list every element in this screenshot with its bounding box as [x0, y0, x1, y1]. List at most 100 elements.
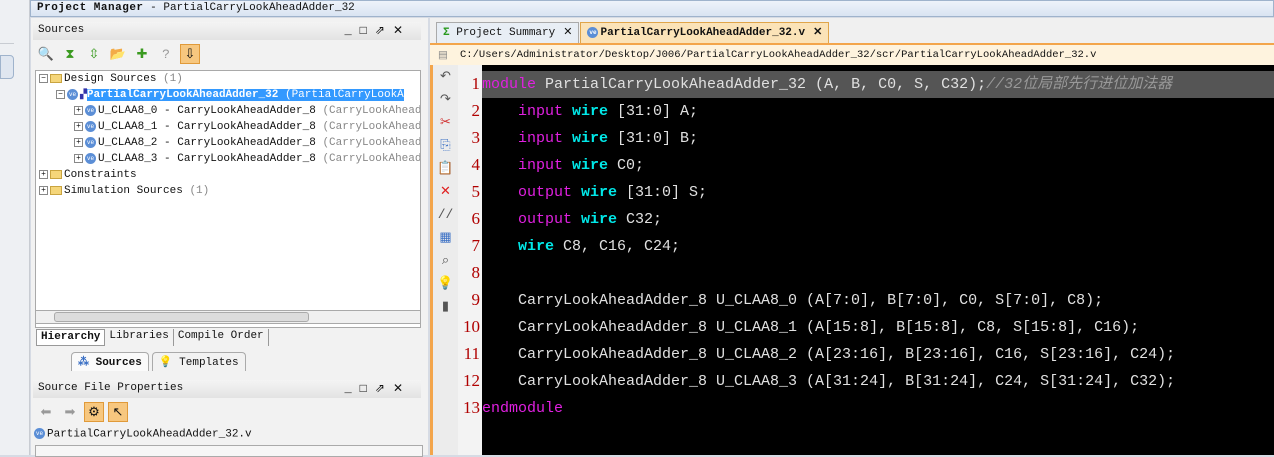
code-token-rest: PartialCarryLookAheadAdder_32 (A, B, C0,…: [536, 76, 987, 93]
line-number: 11: [463, 344, 480, 363]
tree-item-child[interactable]: + ve U_CLAA8_0 - CarryLookAheadAdder_8 (Ca…: [36, 103, 420, 119]
properties-content: [35, 445, 423, 457]
window-controls[interactable]: _□⇗✕: [344, 23, 411, 38]
tree-item-child[interactable]: + ve U_CLAA8_2 - CarryLookAheadAdder_8 (Ca…: [36, 135, 420, 151]
expand-all-icon[interactable]: ⇳: [84, 44, 104, 64]
open-folder-icon[interactable]: 📂: [108, 44, 128, 64]
code-token-rest: [31:0] S;: [617, 184, 708, 201]
code-line[interactable]: [482, 260, 1274, 287]
code-token-wr: wire: [563, 130, 609, 147]
tab-project-summary[interactable]: Σ Project Summary ✕: [436, 22, 580, 43]
editor-panel: Σ Project Summary ✕ ve PartialCarryLookAhe…: [430, 18, 1274, 455]
line-number: 6: [471, 209, 481, 228]
verilog-file-icon: ve: [85, 136, 96, 148]
code-area[interactable]: module PartialCarryLookAheadAdder_32 (A,…: [482, 65, 1274, 455]
code-line[interactable]: output wire C32;: [482, 206, 1274, 233]
sources-panel: Sources _□⇗✕ 🔍 ⧗ ⇳ 📂 ✚ ? ⇩ − Design Sourc…: [31, 18, 428, 457]
tab-templates[interactable]: 💡 Templates: [151, 352, 246, 371]
code-token-rest: CarryLookAheadAdder_8 U_CLAA8_0 (A[7:0],…: [482, 292, 1104, 309]
code-token-rest: CarryLookAheadAdder_8 U_CLAA8_1 (A[15:8]…: [482, 319, 1140, 336]
properties-toolbar: ⬅ ➡ ⚙ ↖: [36, 400, 128, 424]
collapse-button[interactable]: [0, 0, 14, 44]
code-token-wr: wire: [563, 103, 609, 120]
code-line[interactable]: CarryLookAheadAdder_8 U_CLAA8_1 (A[15:8]…: [482, 314, 1274, 341]
code-token-wr: wire: [563, 157, 609, 174]
paste-icon[interactable]: 📋: [433, 157, 458, 180]
line-number: 3: [471, 128, 481, 147]
tab-libraries[interactable]: Libraries: [105, 329, 174, 346]
horizontal-scrollbar[interactable]: [35, 310, 421, 324]
view-tabs: Hierarchy Libraries Compile Order: [36, 329, 269, 346]
code-token-kw: module: [482, 76, 537, 93]
cut-icon[interactable]: ✂: [433, 111, 458, 134]
project-name: PartialCarryLookAheadAdder_32: [163, 2, 355, 14]
code-token-wr: wire: [572, 184, 618, 201]
lightbulb-icon[interactable]: 💡: [433, 272, 458, 295]
line-number: 4: [471, 155, 481, 174]
collapse-all-icon[interactable]: ⧗: [60, 44, 80, 64]
code-line[interactable]: input wire [31:0] A;: [482, 98, 1274, 125]
code-token-kw: endmodule: [482, 400, 564, 417]
help-icon[interactable]: ?: [156, 44, 176, 64]
left-collapsed-strip: [0, 0, 30, 455]
copy-icon[interactable]: ⎘: [433, 134, 458, 157]
tree-item-design-sources[interactable]: − Design Sources (1): [36, 71, 420, 87]
code-line[interactable]: CarryLookAheadAdder_8 U_CLAA8_0 (A[7:0],…: [482, 287, 1274, 314]
folder-icon: [50, 169, 62, 179]
folder-icon: [50, 185, 62, 195]
code-line[interactable]: endmodule: [482, 395, 1274, 422]
tab-hierarchy[interactable]: Hierarchy: [36, 329, 106, 346]
code-line[interactable]: output wire [31:0] S;: [482, 179, 1274, 206]
code-line[interactable]: wire C8, C16, C24;: [482, 233, 1274, 260]
auto-update-icon[interactable]: ⇩: [180, 44, 200, 64]
code-token-rest: C8, C16, C24;: [554, 238, 681, 255]
forward-arrow-icon[interactable]: ➡: [60, 402, 80, 422]
comment-icon[interactable]: //: [433, 203, 458, 226]
flow-navigator-button[interactable]: [0, 55, 14, 79]
tree-item-constraints[interactable]: + Constraints: [36, 167, 420, 183]
code-token-kw: output: [482, 211, 573, 228]
code-token-kw: input: [482, 130, 564, 147]
close-icon[interactable]: ✕: [813, 27, 822, 39]
tab-compile-order[interactable]: Compile Order: [174, 329, 269, 346]
property-file: ve PartialCarryLookAheadAdder_32.v: [34, 428, 252, 441]
add-sources-icon[interactable]: ✚: [132, 44, 152, 64]
lightbulb-icon: 💡: [158, 357, 173, 369]
settings-icon[interactable]: ⚙: [84, 402, 104, 422]
file-path: ▤ C:/Users/Administrator/Desktop/J006/Par…: [430, 43, 1274, 65]
tab-verilog-file[interactable]: ve PartialCarryLookAheadAdder_32.v ✕: [580, 22, 830, 43]
undo-icon[interactable]: ↶: [433, 65, 458, 88]
code-line[interactable]: CarryLookAheadAdder_8 U_CLAA8_2 (A[23:16…: [482, 341, 1274, 368]
code-token-rest: CarryLookAheadAdder_8 U_CLAA8_2 (A[23:16…: [482, 346, 1176, 363]
select-all-icon[interactable]: ▦: [433, 226, 458, 249]
panel-title: Sources: [38, 24, 85, 36]
close-icon[interactable]: ✕: [563, 27, 572, 39]
code-line[interactable]: CarryLookAheadAdder_8 U_CLAA8_3 (A[31:24…: [482, 368, 1274, 395]
line-number: 10: [463, 317, 480, 336]
sigma-icon: Σ: [443, 27, 450, 39]
tree-item-simulation-sources[interactable]: + Simulation Sources (1): [36, 183, 420, 199]
code-line[interactable]: input wire C0;: [482, 152, 1274, 179]
code-line[interactable]: input wire [31:0] B;: [482, 125, 1274, 152]
find-icon[interactable]: ⌕: [433, 249, 458, 272]
code-token-kw: input: [482, 157, 564, 174]
back-arrow-icon[interactable]: ⬅: [36, 402, 56, 422]
tree-item-child[interactable]: + ve U_CLAA8_1 - CarryLookAheadAdder_8 (Ca…: [36, 119, 420, 135]
line-number: 9: [471, 290, 481, 309]
delete-icon[interactable]: ✕: [433, 180, 458, 203]
redo-icon[interactable]: ↷: [433, 88, 458, 111]
pointer-icon[interactable]: ↖: [108, 402, 128, 422]
search-icon[interactable]: 🔍: [36, 44, 56, 64]
code-token-rest: CarryLookAheadAdder_8 U_CLAA8_3 (A[31:24…: [482, 373, 1176, 390]
code-token-rest: C32;: [617, 211, 663, 228]
code-token-wr: wire: [572, 211, 618, 228]
window-controls[interactable]: _□⇗✕: [344, 381, 411, 396]
document-icon[interactable]: ▮: [433, 295, 458, 318]
tree-item-top-module[interactable]: − ve ▞PartialCarryLookAheadAdder_32 (Parti…: [36, 87, 420, 103]
save-icon[interactable]: ▤: [438, 49, 448, 62]
tab-sources[interactable]: ⁂ Sources: [71, 352, 149, 371]
code-line[interactable]: module PartialCarryLookAheadAdder_32 (A,…: [482, 71, 1274, 98]
line-numbers: 1 2 3 4 5 6 7 8 9 10 11 12 13: [458, 65, 482, 455]
tree-item-child[interactable]: + ve U_CLAA8_3 - CarryLookAheadAdder_8 (Ca…: [36, 151, 420, 167]
verilog-file-icon: ve: [67, 88, 78, 100]
